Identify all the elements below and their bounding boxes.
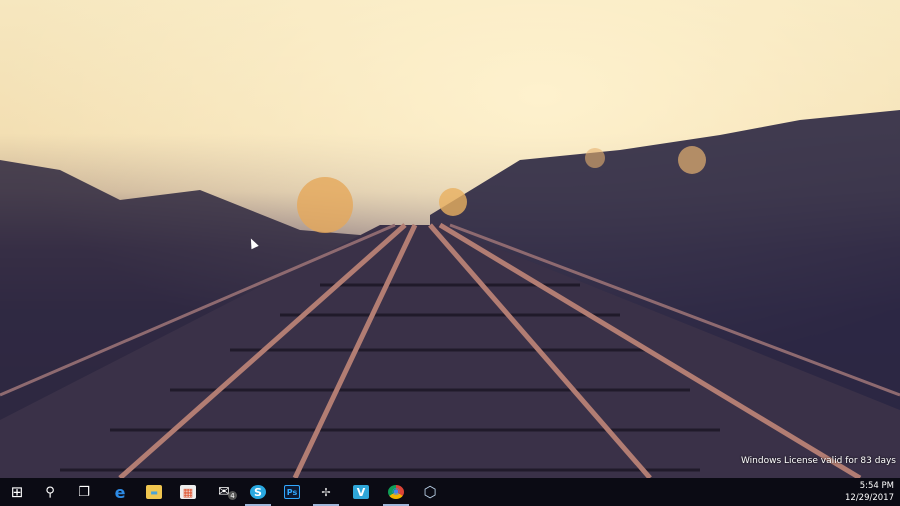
photoshop-icon: Ps [284,485,300,499]
taskbar-skype[interactable]: S [241,478,275,506]
chrome-icon: ◉ [388,485,404,499]
taskbar-file-explorer[interactable]: ▬ [137,478,171,506]
taskbar: ⊞ ⚲ ❐ e ▬ ▦ ✉ 4 S Ps ✢ V ◉ ⬡ 5:54 PM 12/2… [0,478,900,506]
search-icon: ⚲ [45,484,55,500]
video-app-icon: V [353,485,369,499]
task-view-icon: ❐ [78,484,90,500]
taskbar-mail[interactable]: ✉ 4 [207,478,241,506]
mail-badge: 4 [228,491,237,500]
taskbar-edge[interactable]: e [103,478,137,506]
virtualbox-icon: ⬡ [423,483,437,501]
railway-wallpaper [0,0,900,478]
taskbar-virtualbox[interactable]: ⬡ [413,478,447,506]
folder-icon: ▬ [146,485,162,499]
skype-icon: S [250,485,266,499]
desktop-wallpaper: Windows License valid for 83 days [0,0,900,478]
taskbar-pinwheel-app[interactable]: ✢ [309,478,343,506]
license-watermark: Windows License valid for 83 days [740,456,896,466]
taskbar-chrome[interactable]: ◉ [379,478,413,506]
pinwheel-icon: ✢ [321,485,331,499]
taskbar-kinemaster-app[interactable]: V [344,478,378,506]
taskbar-store[interactable]: ▦ [171,478,205,506]
taskbar-photoshop[interactable]: Ps [275,478,309,506]
store-icon: ▦ [180,485,196,499]
system-clock[interactable]: 5:54 PM 12/29/2017 [845,480,894,504]
task-view-button[interactable]: ❐ [67,478,101,506]
edge-icon: e [114,482,126,502]
clock-time: 5:54 PM [859,481,894,491]
clock-date: 12/29/2017 [845,493,894,503]
start-button[interactable]: ⊞ [0,478,34,506]
windows-logo-icon: ⊞ [10,483,24,501]
search-button[interactable]: ⚲ [33,478,67,506]
